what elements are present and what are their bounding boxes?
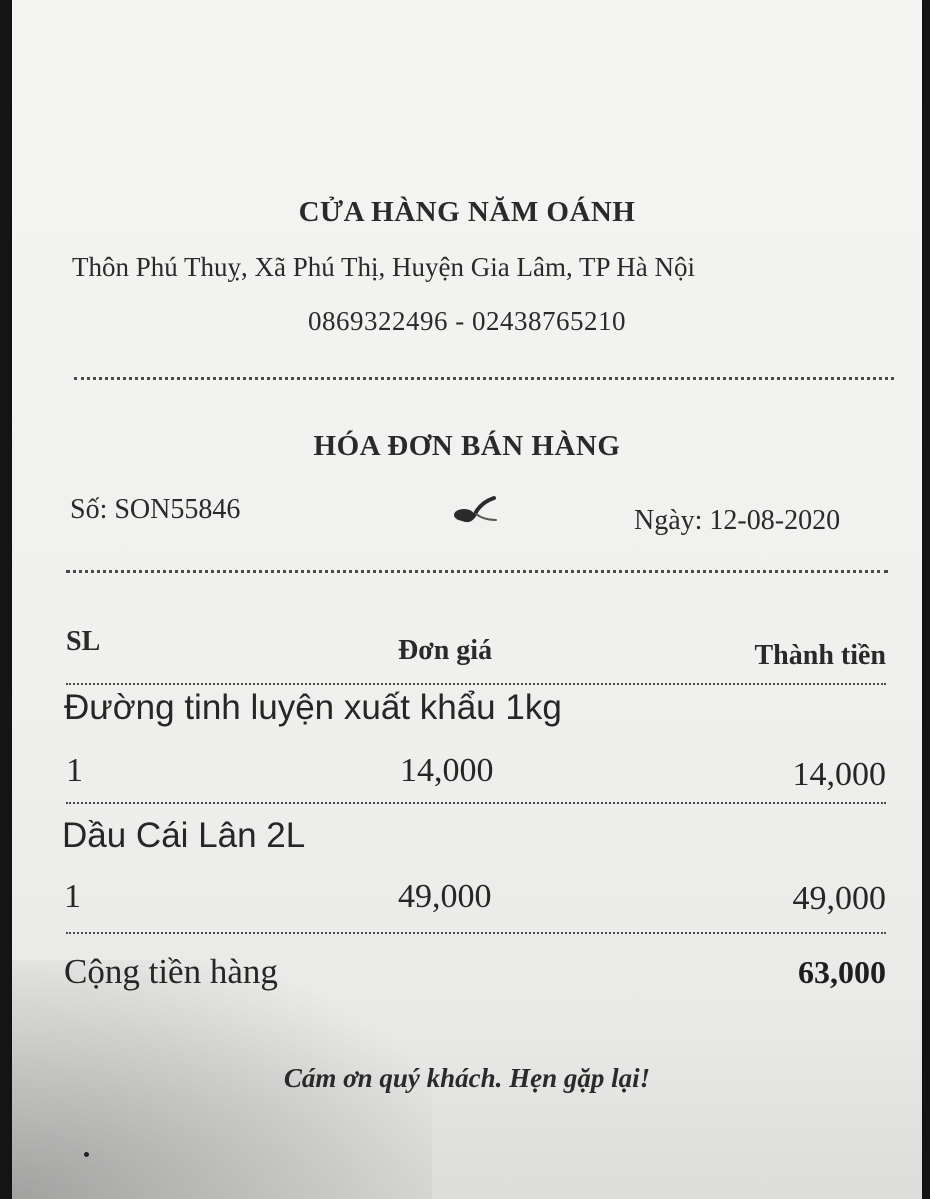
divider-header xyxy=(66,683,886,685)
item-1-name: Đường tinh luyện xuất khẩu 1kg xyxy=(64,688,562,727)
store-phone: 0869322496 - 02438765210 xyxy=(308,306,626,336)
item-1-unit-price: 14,000 xyxy=(400,752,494,789)
item-1-amount: 14,000 xyxy=(792,756,887,793)
thank-you-message: Cám ơn quý khách. Hẹn gặp lại! xyxy=(283,1063,651,1093)
store-address: Thôn Phú Thuỵ, Xã Phú Thị, Huyện Gia Lâm… xyxy=(72,252,695,282)
item-2-qty: 1 xyxy=(64,878,81,915)
divider-top xyxy=(74,377,894,380)
divider-middle xyxy=(66,570,888,573)
paper-speck xyxy=(84,1152,89,1157)
item-2-amount: 49,000 xyxy=(792,880,887,917)
total-label: Cộng tiền hàng xyxy=(64,952,278,991)
divider-item-2 xyxy=(66,932,886,934)
pen-mark-icon xyxy=(454,496,497,523)
photo-scene: CỬA HÀNG NĂM OÁNH Thôn Phú Thuỵ, Xã Phú … xyxy=(0,0,930,1199)
invoice-date: Ngày: 12-08-2020 xyxy=(634,505,841,536)
invoice-number: Số: SON55846 xyxy=(70,494,241,525)
invoice-title: HÓA ĐƠN BÁN HÀNG xyxy=(313,430,621,462)
store-name: CỬA HÀNG NĂM OÁNH xyxy=(298,196,636,228)
header-amount: Thành tiền xyxy=(754,640,887,671)
receipt-paper xyxy=(12,0,922,1199)
item-2-unit-price: 49,000 xyxy=(398,878,492,915)
total-value: 63,000 xyxy=(798,954,886,990)
header-qty: SL xyxy=(66,626,101,657)
item-1-qty: 1 xyxy=(66,752,83,789)
header-unit-price: Đơn giá xyxy=(398,635,493,666)
item-2-name: Dầu Cái Lân 2L xyxy=(62,816,306,855)
divider-item-1 xyxy=(66,802,886,804)
